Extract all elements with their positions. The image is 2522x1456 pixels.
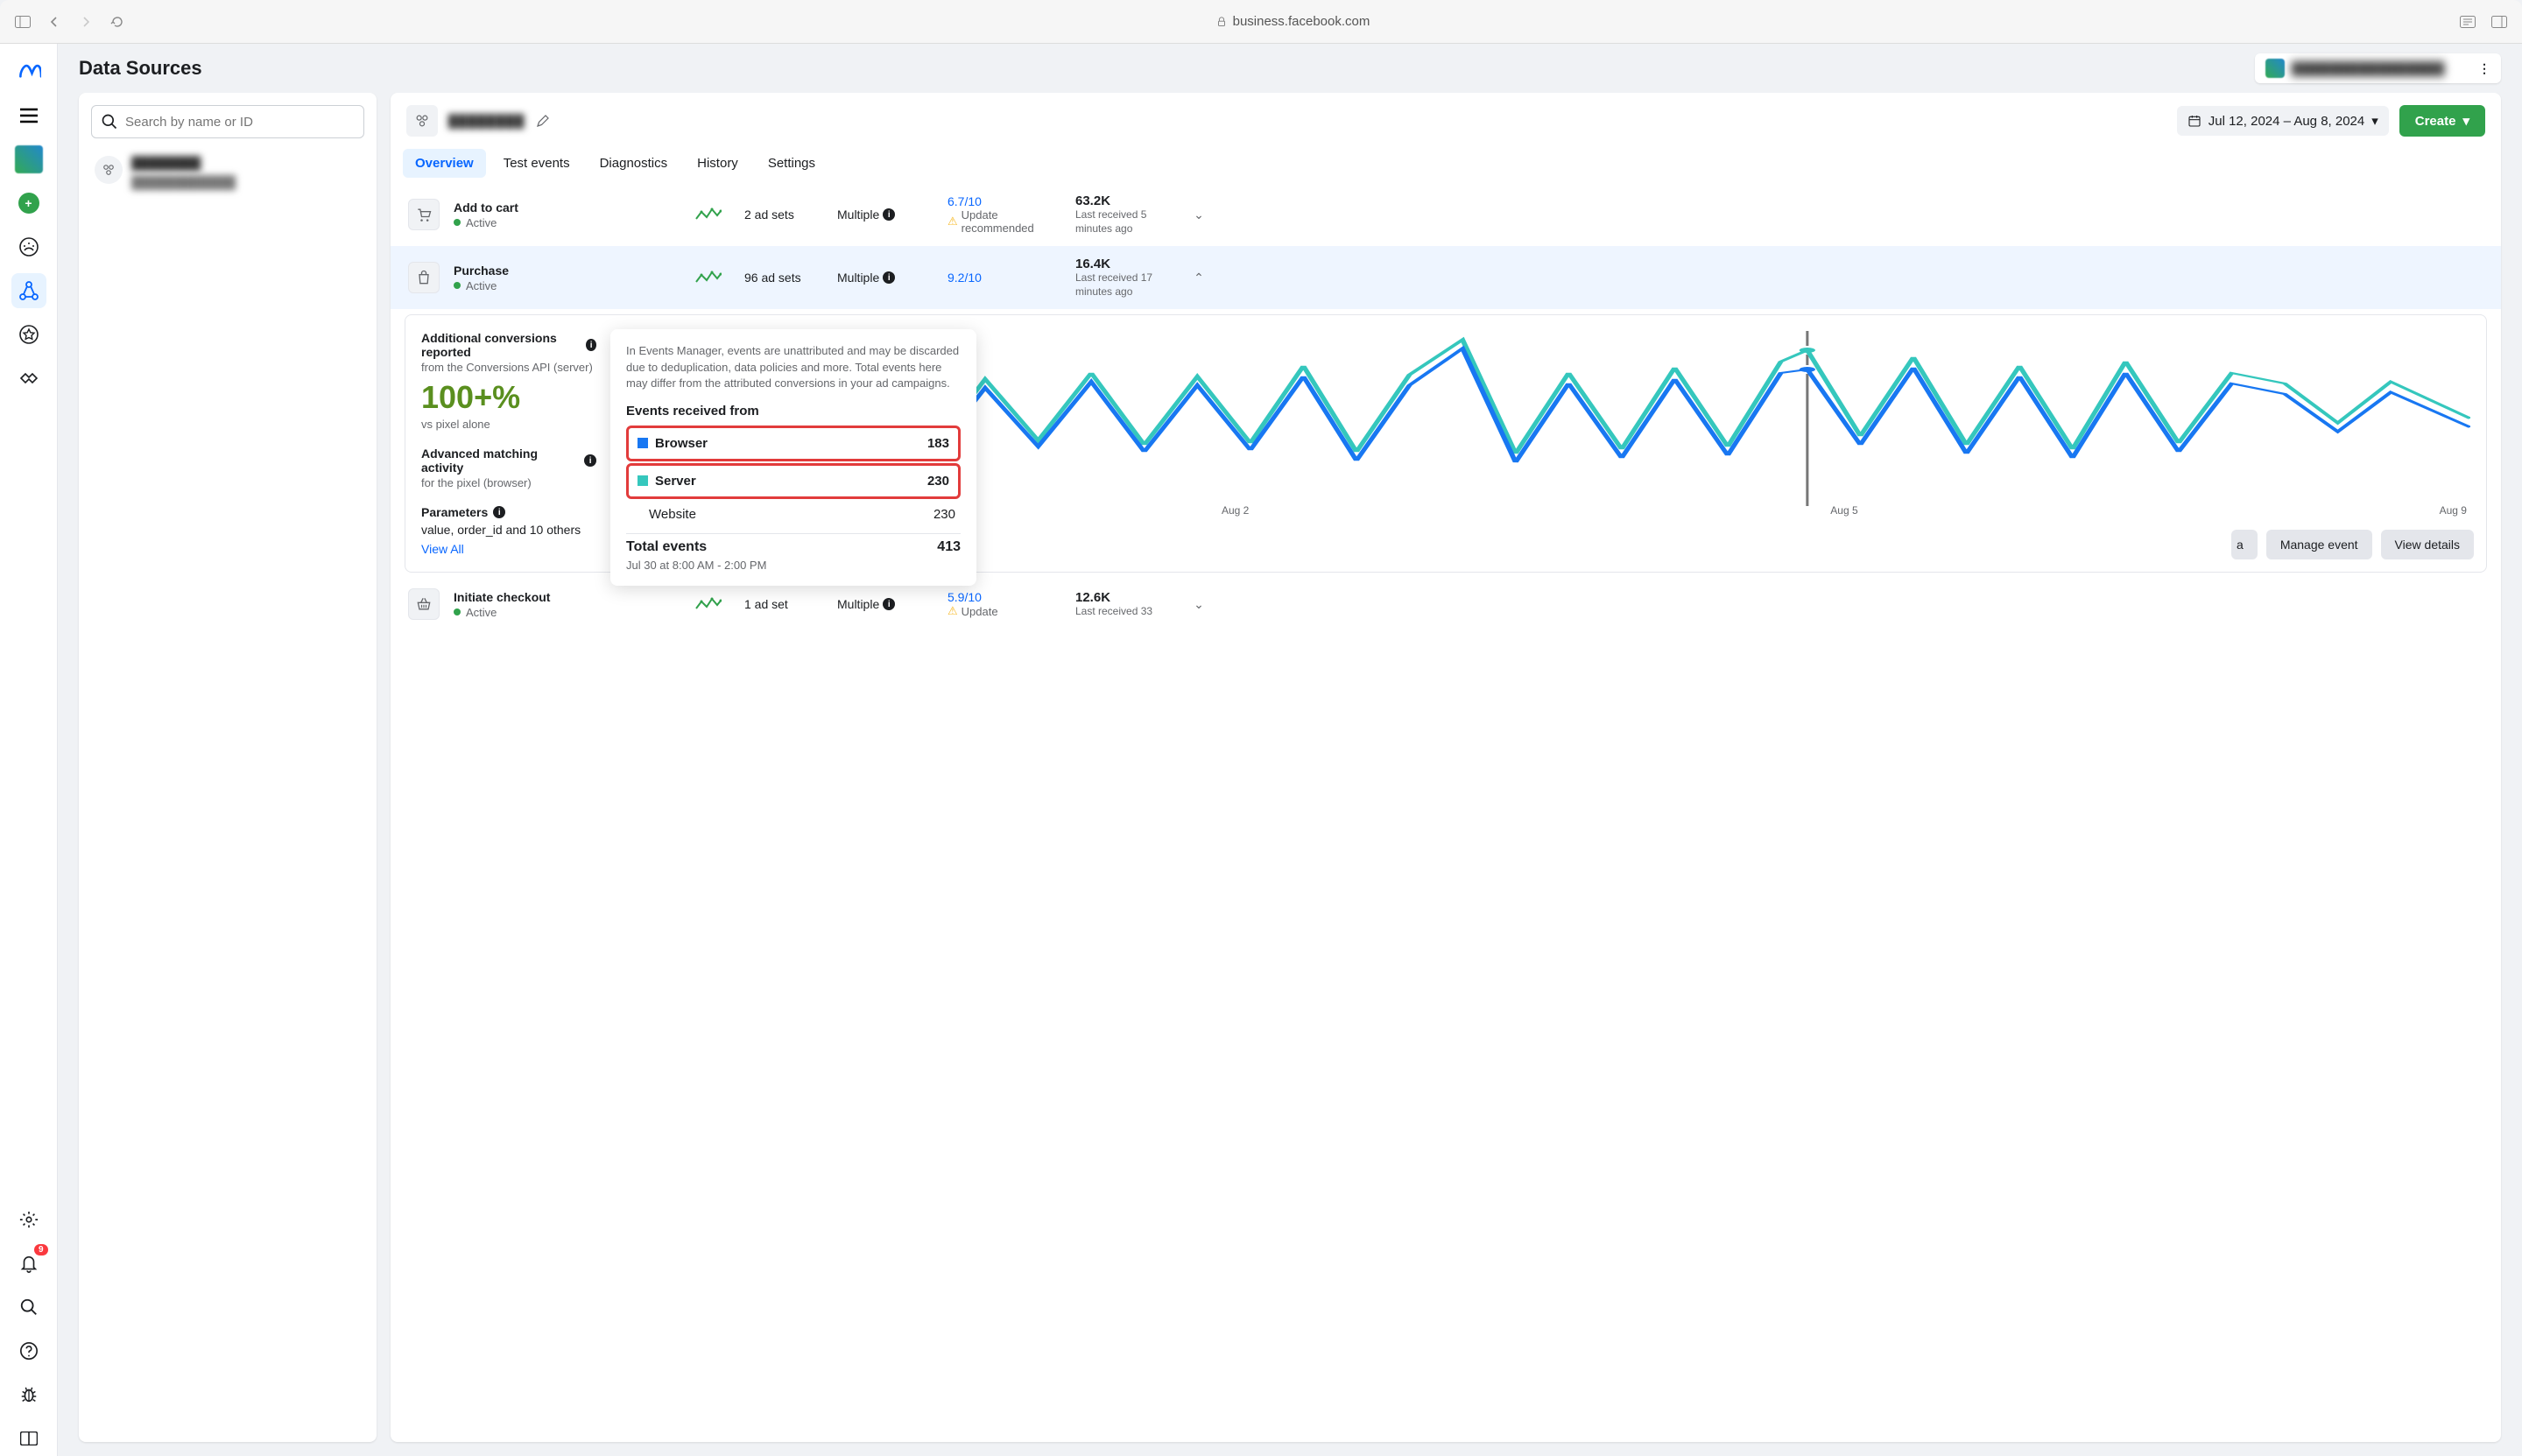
lock-icon bbox=[1215, 16, 1228, 28]
manage-event-button[interactable]: Manage event bbox=[2266, 530, 2372, 559]
pixel-name: ████████ bbox=[448, 114, 525, 128]
legend-color-icon bbox=[638, 438, 648, 448]
back-icon[interactable] bbox=[46, 13, 63, 31]
search-input-wrap[interactable] bbox=[91, 105, 364, 138]
pixel-icon bbox=[406, 105, 438, 137]
event-row[interactable]: Purchase Active 96 ad sets Multiplei 9.2… bbox=[391, 246, 2501, 309]
chevron-down-icon: ▾ bbox=[2371, 113, 2378, 129]
bug-icon[interactable] bbox=[11, 1377, 46, 1412]
search-icon bbox=[101, 113, 118, 130]
data-source-list-panel: ████████ ████████████ bbox=[79, 93, 377, 1442]
adsets-count: 2 ad sets bbox=[744, 207, 823, 222]
adsets-count: 1 ad set bbox=[744, 597, 823, 611]
chart-tooltip: In Events Manager, events are unattribut… bbox=[610, 329, 976, 586]
view-details-button[interactable]: View details bbox=[2381, 530, 2474, 559]
highlight-box: Browser183 bbox=[626, 426, 961, 461]
url-bar[interactable]: business.facebook.com bbox=[140, 14, 2445, 29]
gear-icon[interactable] bbox=[11, 1202, 46, 1237]
search-input[interactable] bbox=[125, 115, 355, 130]
help-icon[interactable] bbox=[11, 1333, 46, 1368]
event-row[interactable]: Initiate checkout Active 1 ad set Multip… bbox=[391, 578, 2501, 630]
calendar-icon bbox=[2187, 114, 2201, 128]
chevron-down-icon: ▾ bbox=[2462, 113, 2469, 129]
reader-icon[interactable] bbox=[2459, 13, 2476, 31]
info-icon[interactable]: i bbox=[883, 598, 895, 610]
tab-settings[interactable]: Settings bbox=[756, 149, 828, 178]
chevron-down-icon[interactable]: ⌄ bbox=[1186, 597, 1212, 612]
left-rail: + 9 bbox=[0, 44, 58, 1456]
info-icon[interactable]: i bbox=[584, 454, 596, 467]
event-row[interactable]: Add to cart Active 2 ad sets Multiplei 6… bbox=[391, 183, 2501, 246]
warning-icon: ⚠ bbox=[948, 604, 958, 618]
view-all-link[interactable]: View All bbox=[421, 542, 596, 556]
status-dot-icon bbox=[454, 219, 461, 226]
browser-chrome: business.facebook.com bbox=[0, 0, 2522, 44]
account-name: ████████████████ bbox=[2292, 61, 2445, 75]
account-menu-dots: ⋮ bbox=[2478, 61, 2490, 76]
info-icon[interactable]: i bbox=[883, 208, 895, 221]
chevron-down-icon[interactable]: ⌄ bbox=[1186, 207, 1212, 222]
search-icon[interactable] bbox=[11, 1290, 46, 1325]
create-button[interactable]: Create ▾ bbox=[2399, 105, 2485, 137]
gauge-icon[interactable] bbox=[11, 229, 46, 264]
star-icon[interactable] bbox=[11, 317, 46, 352]
event-panel: ████████ Jul 12, 2024 – Aug 8, 2024 ▾ Cr… bbox=[391, 93, 2501, 1442]
reload-icon[interactable] bbox=[109, 13, 126, 31]
bag-icon bbox=[408, 262, 440, 293]
status-dot-icon bbox=[454, 608, 461, 615]
sparkline-icon bbox=[695, 596, 730, 612]
sparkline-icon bbox=[695, 270, 730, 285]
warning-icon: ⚠ bbox=[948, 215, 958, 229]
data-source-item[interactable]: ████████ ████████████ bbox=[91, 156, 364, 187]
tab-history[interactable]: History bbox=[685, 149, 750, 178]
tabs: Overview Test events Diagnostics History… bbox=[391, 149, 2501, 178]
event-name: Initiate checkout bbox=[454, 590, 681, 604]
meta-logo-icon[interactable] bbox=[11, 54, 46, 89]
pixel-group-icon bbox=[95, 156, 123, 184]
page-title: Data Sources bbox=[79, 57, 202, 80]
info-icon[interactable]: i bbox=[586, 339, 596, 351]
highlight-box: Server230 bbox=[626, 463, 961, 499]
info-icon[interactable]: i bbox=[493, 506, 505, 518]
url-text: business.facebook.com bbox=[1233, 14, 1370, 29]
legend-color-icon bbox=[638, 475, 648, 486]
date-range-selector[interactable]: Jul 12, 2024 – Aug 8, 2024 ▾ bbox=[2177, 106, 2389, 136]
chevron-up-icon[interactable]: ⌃ bbox=[1186, 271, 1212, 285]
tab-diagnostics[interactable]: Diagnostics bbox=[588, 149, 680, 178]
status-dot-icon bbox=[454, 282, 461, 289]
top-header: Data Sources ████████████████ ⋮ bbox=[58, 44, 2522, 93]
data-sources-icon[interactable] bbox=[11, 273, 46, 308]
tab-test-events[interactable]: Test events bbox=[491, 149, 582, 178]
profile-thumb[interactable] bbox=[11, 142, 46, 177]
cart-icon bbox=[408, 199, 440, 230]
forward-icon[interactable] bbox=[77, 13, 95, 31]
conversion-uplift: 100+% bbox=[421, 379, 596, 416]
sidebar-toggle-icon[interactable] bbox=[14, 13, 32, 31]
hamburger-icon[interactable] bbox=[11, 98, 46, 133]
account-selector[interactable]: ████████████████ ⋮ bbox=[2255, 53, 2501, 83]
adsets-count: 96 ad sets bbox=[744, 271, 823, 285]
date-range-text: Jul 12, 2024 – Aug 8, 2024 bbox=[2209, 114, 2364, 129]
bell-icon[interactable]: 9 bbox=[11, 1246, 46, 1281]
collapse-icon[interactable] bbox=[11, 1421, 46, 1456]
info-icon[interactable]: i bbox=[883, 271, 895, 284]
notif-badge: 9 bbox=[34, 1244, 48, 1256]
event-name: Add to cart bbox=[454, 200, 681, 215]
add-icon[interactable]: + bbox=[11, 186, 46, 221]
tab-overview[interactable]: Overview bbox=[403, 149, 486, 178]
event-detail-card: Additional conversions reported i from t… bbox=[405, 314, 2487, 573]
edit-icon[interactable] bbox=[535, 113, 551, 129]
basket-icon bbox=[408, 588, 440, 620]
action-button-partial[interactable]: a bbox=[2231, 530, 2258, 559]
event-name: Purchase bbox=[454, 264, 681, 278]
tabs-icon[interactable] bbox=[2490, 13, 2508, 31]
handshake-icon[interactable] bbox=[11, 361, 46, 396]
sparkline-icon bbox=[695, 207, 730, 222]
